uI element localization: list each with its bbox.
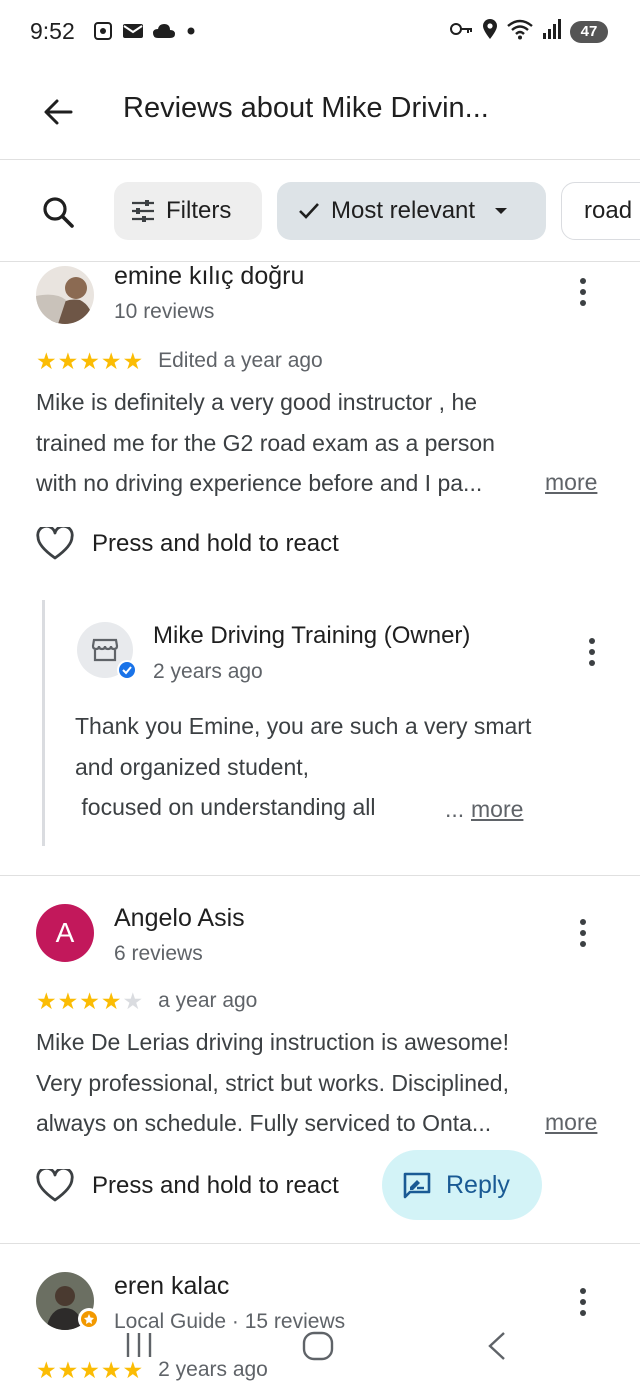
owner-reply-more-link[interactable]: more: [471, 796, 523, 823]
heart-icon: [36, 527, 74, 560]
star-icon: ★: [36, 987, 57, 1014]
recent-apps-button[interactable]: [124, 1330, 154, 1365]
reviewer-avatar[interactable]: [36, 266, 94, 324]
star-icon: ★: [36, 347, 57, 374]
divider: [0, 875, 640, 876]
more-vert-icon: [580, 1288, 586, 1294]
cloud-icon: [152, 22, 176, 45]
topic-label: road: [584, 197, 633, 224]
review-more-link[interactable]: more: [545, 1109, 597, 1136]
review-text: Mike is definitely a very good instructo…: [36, 382, 616, 504]
more-vert-icon: [589, 638, 595, 644]
more-vert-icon: [580, 278, 586, 284]
review-more-options-button[interactable]: [566, 270, 600, 314]
sort-chip[interactable]: Most relevant: [277, 182, 546, 240]
review-date: Edited a year ago: [158, 349, 323, 372]
key-icon: [450, 21, 474, 42]
filters-chip[interactable]: Filters: [114, 182, 262, 240]
owner-reply-line: Thank you Emine, you are such a very sma…: [75, 713, 532, 739]
chevron-left-icon: [488, 1332, 505, 1360]
search-icon: [43, 197, 74, 228]
filter-bar: Filters Most relevant road: [0, 162, 640, 262]
review-text-line: Very professional, strict but works. Dis…: [36, 1069, 509, 1096]
reviewer-review-count: 10 reviews: [114, 300, 215, 323]
location-icon: [482, 18, 498, 45]
home-button[interactable]: [301, 1330, 335, 1367]
sort-label: Most relevant: [331, 197, 476, 224]
star-empty-icon: ★: [122, 987, 144, 1014]
screenshot-icon: [92, 20, 114, 47]
star-icon: ★: [122, 347, 144, 374]
owner-name: Mike Driving Training (Owner): [153, 622, 471, 649]
reviewer-avatar[interactable]: A: [36, 904, 94, 962]
review-text-line: Mike is definitely a very good instructo…: [36, 389, 478, 415]
react-button[interactable]: Press and hold to react: [36, 1169, 339, 1203]
filters-label: Filters: [166, 197, 232, 224]
wifi-icon: [506, 18, 534, 45]
mail-icon: [122, 22, 144, 45]
status-right-icons: 47: [450, 18, 608, 45]
nav-back-button[interactable]: [484, 1330, 510, 1367]
status-bar: 9:52 47: [0, 0, 640, 64]
home-icon: [302, 1331, 334, 1361]
owner-more-options-button[interactable]: [575, 630, 609, 674]
react-label: Press and hold to react: [92, 530, 339, 557]
tune-icon: [132, 200, 154, 222]
dot-icon: [184, 24, 198, 43]
topic-chip-road[interactable]: road: [561, 182, 640, 240]
recents-icon: [126, 1333, 152, 1357]
reply-button[interactable]: Reply: [382, 1150, 542, 1220]
star-icon: ★: [79, 347, 100, 374]
review-text-line: Mike De Lerias driving instruction is aw…: [36, 1029, 509, 1055]
page-title: Reviews about Mike Drivin...: [123, 92, 489, 124]
review-text-line: with no driving experience before and I …: [36, 470, 483, 496]
reviewer-name[interactable]: emine kılıç doğru: [114, 262, 304, 291]
owner-reply-ellipsis: ...: [445, 796, 465, 822]
review-more-options-button[interactable]: [566, 911, 600, 955]
owner-reply-line: focused on understanding all: [75, 794, 376, 820]
check-icon: [299, 203, 319, 219]
react-label: Press and hold to react: [92, 1172, 339, 1199]
verified-badge-icon: [117, 660, 137, 680]
star-icon: ★: [100, 347, 122, 374]
dropdown-arrow-icon: [495, 208, 508, 214]
reviewer-name[interactable]: Angelo Asis: [114, 904, 245, 933]
app-bar: Reviews about Mike Drivin...: [0, 64, 640, 160]
review-card: emine kılıç doğru 10 reviews ★ ★ ★ ★ ★ E…: [0, 262, 640, 874]
review-text-line: trained me for the G2 road exam as a per…: [36, 429, 495, 456]
star-icon: ★: [79, 987, 100, 1014]
battery-icon: 47: [570, 20, 608, 43]
owner-avatar: [77, 622, 137, 680]
storefront-icon: [91, 638, 119, 662]
status-left-icons: [92, 20, 198, 47]
owner-reply-line: and organized student,: [75, 753, 310, 780]
review-date: a year ago: [158, 989, 258, 1012]
signal-icon: [542, 19, 562, 44]
search-button[interactable]: [36, 190, 80, 234]
heart-icon: [36, 1169, 74, 1202]
rating-row: ★ ★ ★ ★ ★ Edited a year ago: [36, 349, 323, 373]
reviewer-name[interactable]: eren kalac: [114, 1272, 229, 1301]
rating-row: ★ ★ ★ ★ ★ a year ago: [36, 989, 257, 1013]
owner-reply-text: Thank you Emine, you are such a very sma…: [75, 706, 615, 828]
system-nav-bar: [0, 1318, 640, 1388]
review-more-link[interactable]: more: [545, 469, 597, 496]
more-vert-icon: [580, 919, 586, 925]
react-button[interactable]: Press and hold to react: [36, 527, 339, 561]
review-text-line: always on schedule. Fully serviced to On…: [36, 1110, 492, 1136]
divider: [0, 1243, 640, 1244]
star-icon: ★: [100, 987, 122, 1014]
reviewer-review-count: 6 reviews: [114, 942, 203, 965]
reply-label: Reply: [446, 1170, 510, 1199]
star-icon: ★: [57, 347, 79, 374]
review-card: A Angelo Asis 6 reviews ★ ★ ★ ★ ★ a year…: [0, 900, 640, 1240]
owner-reply-date: 2 years ago: [153, 660, 263, 683]
arrow-left-icon: [44, 99, 73, 125]
back-button[interactable]: [36, 90, 80, 134]
rate-review-icon: [403, 1172, 431, 1199]
status-time: 9:52: [30, 18, 75, 44]
star-icon: ★: [57, 987, 79, 1014]
owner-response: Mike Driving Training (Owner) 2 years ag…: [42, 600, 640, 846]
review-text: Mike De Lerias driving instruction is aw…: [36, 1022, 616, 1144]
